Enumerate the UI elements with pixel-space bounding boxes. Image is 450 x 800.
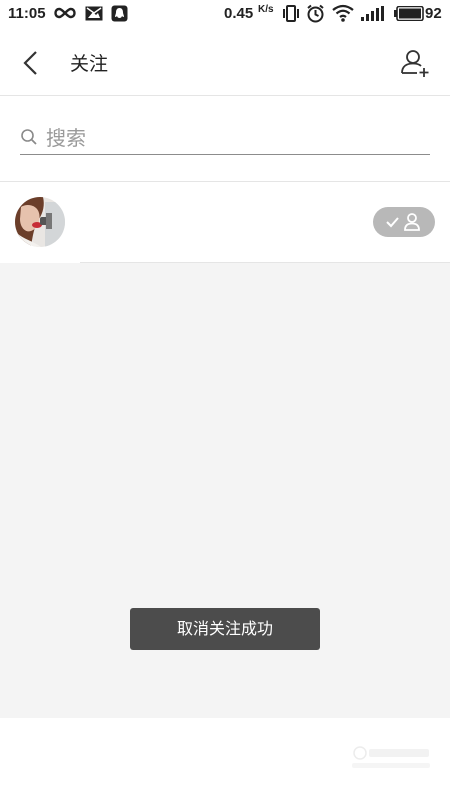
battery-icon <box>394 6 424 21</box>
avatar[interactable] <box>15 197 65 247</box>
back-button[interactable] <box>14 46 48 80</box>
back-arrow-icon <box>23 51 37 75</box>
search-box[interactable] <box>20 120 430 155</box>
page-title: 关注 <box>70 53 109 75</box>
following-toggle-button[interactable] <box>373 207 435 237</box>
watermark-logo <box>352 746 430 768</box>
toast-message: 取消关注成功 <box>130 608 320 650</box>
search-input[interactable] <box>44 122 428 154</box>
add-follow-button[interactable] <box>398 46 432 80</box>
signal-icon <box>361 6 384 21</box>
search-icon <box>21 129 37 145</box>
status-bar: 11:05 0.45 K/s 92 <box>0 0 450 28</box>
top-navigation-bar: 关注 <box>0 28 450 96</box>
follow-list <box>0 182 450 262</box>
network-speed: 0.45 <box>224 5 254 22</box>
avatar-image <box>15 197 65 247</box>
wifi-icon <box>332 4 354 22</box>
list-item[interactable] <box>0 182 450 262</box>
vibrate-icon <box>283 5 299 22</box>
qq-notification-icon <box>111 5 128 22</box>
search-section <box>0 96 450 182</box>
network-speed-unit: K/s <box>258 4 274 15</box>
infinity-icon <box>54 7 76 19</box>
status-time: 11:05 <box>8 5 46 22</box>
following-status-icon <box>386 213 420 231</box>
alarm-icon <box>307 4 324 23</box>
battery-level: 92 <box>425 5 442 22</box>
add-user-icon <box>401 50 429 77</box>
image-message-icon <box>85 6 103 21</box>
